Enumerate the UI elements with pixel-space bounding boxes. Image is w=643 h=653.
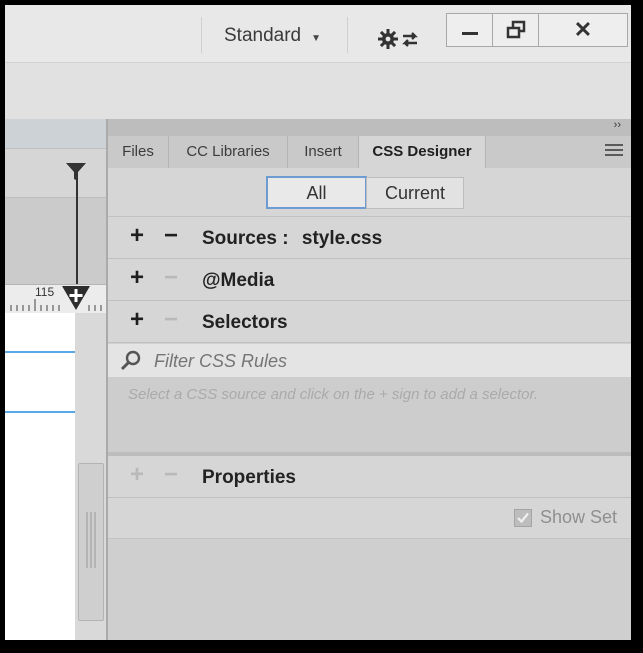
filter-css-rules-input[interactable] [152,348,556,374]
media-section: + − @Media [108,259,633,301]
workspace-label: Standard [224,25,302,46]
show-set-checkbox[interactable]: Show Set [513,507,617,528]
show-set-row: Show Set [108,498,633,539]
media-label: @Media [202,270,275,291]
guide-line [5,351,75,353]
close-icon: ✕ [573,17,593,42]
selector-hint-text: Select a CSS source and click on the + s… [128,386,539,403]
close-button[interactable]: ✕ [538,13,628,47]
app-window: Standard ▼ ✕ 115 ›› Files CC Libraries I… [0,0,643,653]
all-button[interactable]: All [266,176,367,209]
add-source-icon[interactable]: + [130,223,144,249]
tab-cc-libraries[interactable]: CC Libraries [169,136,288,168]
vertical-scrollbar[interactable] [75,313,106,640]
dom-filter-bar [5,148,106,197]
current-button[interactable]: Current [366,177,464,209]
workspace-switcher[interactable]: Standard ▼ [224,25,321,47]
caret-down-icon: ▼ [311,32,322,44]
frame-border [631,0,643,653]
design-view-canvas[interactable] [5,313,75,640]
css-designer-panel-group: ›› Files CC Libraries Insert CSS Designe… [106,119,633,640]
sync-settings-button[interactable] [377,25,427,53]
add-property-icon: + [130,461,145,488]
document-toolbar [5,197,106,286]
plus-marker-icon[interactable] [61,285,91,313]
title-bar: Standard ▼ ✕ [5,5,631,62]
frame-border [0,640,643,653]
checkbox[interactable] [513,508,532,527]
tab-css-designer[interactable]: CSS Designer [359,136,486,168]
panel-menu-icon[interactable] [605,144,623,160]
properties-area [108,539,633,640]
panel-tabs: Files CC Libraries Insert CSS Designer [108,136,633,169]
filter-css-rules [108,344,633,378]
restore-icon [506,20,526,39]
restore-button[interactable] [492,13,540,47]
sources-value: style.css [301,228,383,249]
collapse-icon[interactable]: ›› [614,119,621,131]
collapse-strip[interactable]: ›› [108,119,633,136]
toolbar [5,62,631,120]
frame-border [0,0,643,5]
sources-label: Sources : [202,228,289,249]
horizontal-ruler: 115 [5,284,106,314]
remove-property-icon: − [164,461,179,488]
scrollbar-thumb[interactable] [78,463,104,621]
remove-selector-icon: − [164,306,179,333]
sources-section: + − Sources : style.css [108,217,633,259]
tab-insert[interactable]: Insert [288,136,359,168]
remove-source-icon[interactable]: − [164,223,178,249]
gear-sync-icon [378,29,418,49]
check-icon [517,512,529,523]
guide-line [5,411,75,413]
minimize-button[interactable] [446,13,494,47]
ruler-guide-line [76,179,78,289]
selectors-list: Select a CSS source and click on the + s… [108,378,633,456]
show-set-label: Show Set [539,507,617,527]
title-separator [347,17,348,53]
source-filter: All Current [108,168,633,217]
tab-files[interactable]: Files [108,136,169,168]
remove-media-icon: − [164,264,179,291]
selectors-section: + − Selectors [108,301,633,343]
frame-border [0,0,5,653]
add-media-icon[interactable]: + [130,265,144,291]
document-panel: 115 [5,119,106,640]
search-icon [120,350,141,371]
title-separator [201,17,202,53]
add-selector-icon[interactable]: + [130,307,144,333]
grip-icon [86,512,96,568]
properties-section: + − Properties [108,456,633,498]
document-tab-strip [5,119,106,148]
properties-label: Properties [202,467,296,488]
selectors-label: Selectors [202,312,288,333]
minimize-icon [462,31,478,35]
